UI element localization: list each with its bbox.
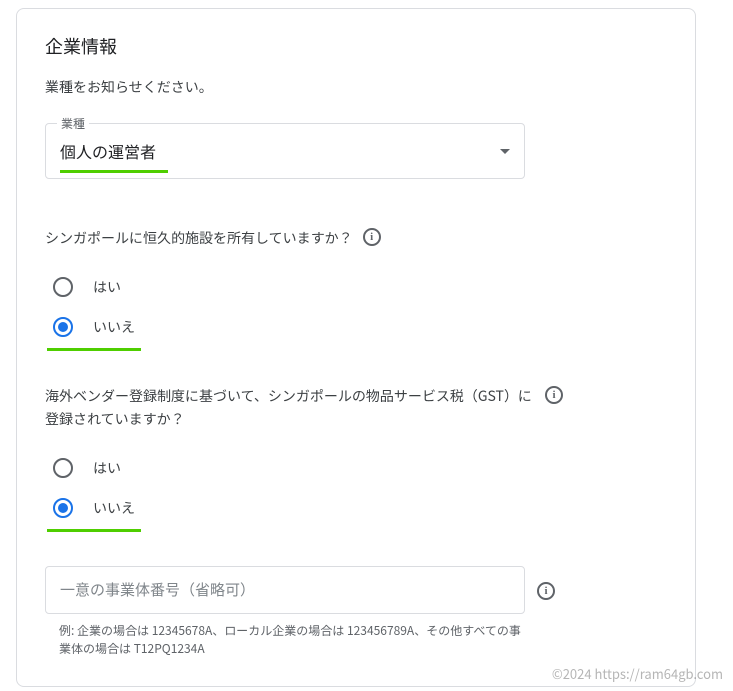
radio-icon — [53, 498, 73, 518]
question-2-text: 海外ベンダー登録制度に基づいて、シンガポールの物品サービス税（GST）に登録され… — [45, 385, 535, 430]
industry-select-label: 業種 — [57, 115, 89, 132]
question-1-text: シンガポールに恒久的施設を所有していますか？ — [45, 227, 353, 249]
radio-q1-yes[interactable]: はい — [45, 267, 667, 307]
info-icon[interactable]: i — [537, 582, 555, 600]
entity-number-row: i — [45, 566, 667, 614]
industry-select-text: 個人の運営者 — [60, 139, 156, 163]
section-prompt: 業種をお知らせください。 — [45, 77, 667, 97]
radio-label: はい — [93, 277, 121, 297]
radio-q2-yes[interactable]: はい — [45, 448, 667, 488]
business-info-card: 企業情報 業種をお知らせください。 業種 個人の運営者 シンガポールに恒久的施設… — [16, 8, 696, 687]
radio-dot-icon — [58, 322, 68, 332]
radio-icon — [53, 458, 73, 478]
info-icon[interactable]: i — [363, 228, 381, 246]
question-2-radio-group: はい いいえ — [45, 448, 667, 528]
radio-q2-no[interactable]: いいえ — [45, 488, 667, 528]
highlight-underline — [60, 170, 168, 173]
radio-q1-no[interactable]: いいえ — [45, 307, 667, 347]
watermark: ©2024 https://ram64gb.com — [552, 664, 723, 683]
highlight-underline — [47, 529, 141, 532]
question-2-row: 海外ベンダー登録制度に基づいて、シンガポールの物品サービス税（GST）に登録され… — [45, 385, 667, 430]
section-title: 企業情報 — [45, 33, 667, 59]
radio-label: いいえ — [93, 498, 135, 518]
radio-icon — [53, 277, 73, 297]
info-icon[interactable]: i — [545, 386, 563, 404]
industry-select[interactable]: 個人の運営者 — [45, 123, 525, 179]
entity-number-helper: 例: 企業の場合は 12345678A、ローカル企業の場合は 123456789… — [59, 622, 531, 658]
radio-icon — [53, 317, 73, 337]
highlight-underline — [47, 348, 141, 351]
entity-number-input[interactable] — [45, 566, 525, 614]
industry-select-wrapper: 業種 個人の運営者 — [45, 123, 667, 179]
question-1-radio-group: はい いいえ — [45, 267, 667, 347]
chevron-down-icon — [500, 149, 510, 154]
radio-label: いいえ — [93, 317, 135, 337]
question-1-row: シンガポールに恒久的施設を所有していますか？ i — [45, 227, 667, 249]
radio-dot-icon — [58, 503, 68, 513]
radio-label: はい — [93, 458, 121, 478]
industry-select-value: 個人の運営者 — [60, 139, 156, 163]
